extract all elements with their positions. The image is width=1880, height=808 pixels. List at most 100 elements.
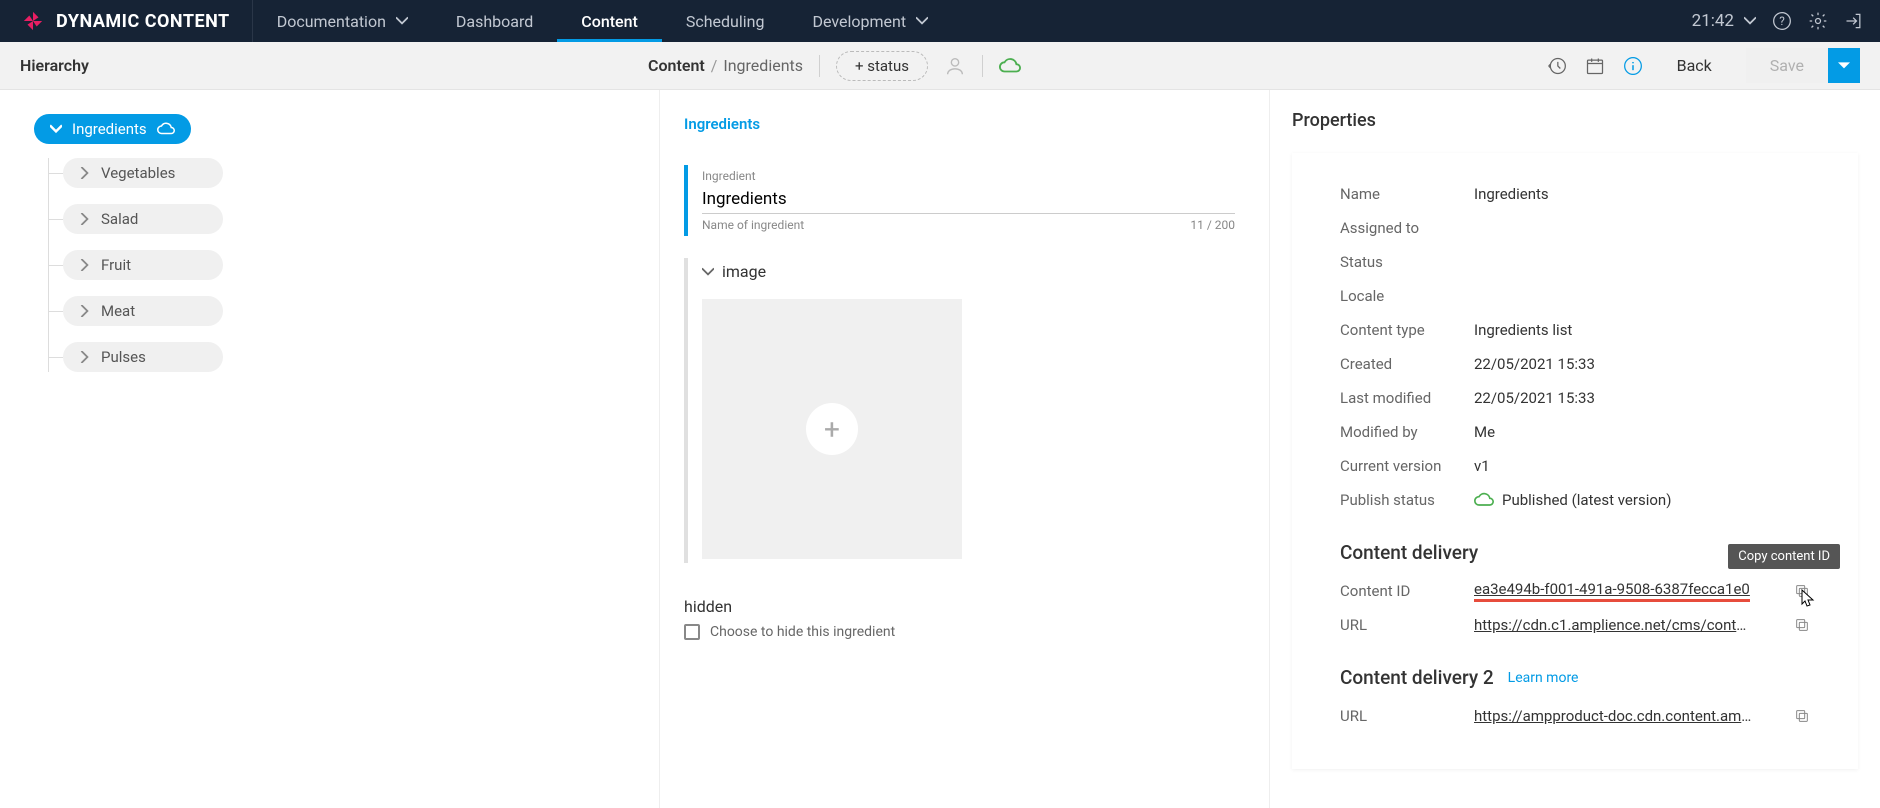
calendar-icon[interactable]	[1585, 56, 1605, 76]
prop-key-version: Current version	[1340, 457, 1474, 475]
prop-val-version: v1	[1474, 457, 1810, 475]
nav-label: Scheduling	[686, 12, 765, 31]
tree-child-fruit[interactable]: Fruit	[63, 250, 223, 280]
tree-child-meat[interactable]: Meat	[63, 296, 223, 326]
nav-scheduling[interactable]: Scheduling	[662, 0, 789, 42]
save-dropdown-button[interactable]	[1828, 48, 1860, 83]
tree-child-vegetables[interactable]: Vegetables	[63, 158, 223, 188]
tree-root-ingredients[interactable]: Ingredients	[34, 114, 191, 144]
image-label: image	[722, 262, 766, 281]
delivery2-url-link[interactable]: https://ampproduct-doc.cdn.content.ampli…	[1474, 707, 1754, 725]
content-id-key: Content ID	[1340, 582, 1474, 600]
nav-label: Documentation	[277, 12, 386, 31]
breadcrumb-leaf: Ingredients	[723, 56, 803, 75]
published-cloud-icon	[999, 55, 1021, 77]
properties-panel: Properties NameIngredients Assigned to S…	[1270, 90, 1880, 808]
breadcrumb-root[interactable]: Content	[648, 56, 705, 75]
properties-title: Properties	[1292, 110, 1858, 131]
tree-child-salad[interactable]: Salad	[63, 204, 223, 234]
prop-key-ctype: Content type	[1340, 321, 1474, 339]
editor-tab-ingredients[interactable]: Ingredients	[684, 115, 760, 139]
copy-url-icon[interactable]	[1794, 617, 1810, 633]
brand-logo[interactable]: DYNAMIC CONTENT	[0, 0, 253, 42]
add-status-chip[interactable]: + status	[836, 51, 928, 81]
prop-val-ctype: Ingredients list	[1474, 321, 1810, 339]
prop-key-pubstatus: Publish status	[1340, 491, 1474, 509]
hidden-label: hidden	[684, 597, 1235, 616]
prop-key-modby: Modified by	[1340, 423, 1474, 441]
history-icon[interactable]	[1547, 56, 1567, 76]
chevron-right-icon	[79, 351, 91, 363]
field-help: Name of ingredient	[702, 218, 804, 232]
chevron-down-icon	[916, 15, 928, 27]
tree-root-label: Ingredients	[72, 120, 147, 138]
logout-icon[interactable]	[1844, 11, 1864, 31]
nav-label: Development	[812, 12, 906, 31]
url-value: https://cdn.c1.amplience.net/cms/content…	[1474, 616, 1794, 634]
time-text: 21:42	[1692, 11, 1734, 31]
clock[interactable]: 21:42	[1692, 11, 1756, 31]
url2-value: https://ampproduct-doc.cdn.content.ampli…	[1474, 707, 1794, 725]
tree-child-label: Fruit	[101, 256, 131, 274]
save-button[interactable]: Save	[1746, 48, 1828, 83]
image-upload-placeholder[interactable]: +	[702, 299, 962, 559]
hierarchy-title: Hierarchy	[20, 56, 89, 75]
nav-label: Content	[581, 12, 638, 31]
prop-key-name: Name	[1340, 185, 1474, 203]
field-image: image +	[684, 258, 1235, 563]
help-icon[interactable]: ?	[1772, 11, 1792, 31]
tree-child-label: Salad	[101, 210, 138, 228]
assignee-icon[interactable]	[944, 55, 966, 77]
prop-key-modified: Last modified	[1340, 389, 1474, 407]
breadcrumb-sep: /	[711, 56, 718, 75]
plus-icon: +	[806, 403, 858, 455]
back-button[interactable]: Back	[1661, 56, 1728, 75]
prop-val-modified: 22/05/2021 15:33	[1474, 389, 1810, 407]
nav-development[interactable]: Development	[788, 0, 952, 42]
chevron-right-icon	[79, 259, 91, 271]
image-section-toggle[interactable]: image	[702, 262, 1235, 281]
prop-val-name: Ingredients	[1474, 185, 1810, 203]
nav-label: Dashboard	[456, 12, 533, 31]
tree-child-pulses[interactable]: Pulses	[63, 342, 223, 372]
chevron-down-icon	[396, 15, 408, 27]
cloud-icon	[157, 122, 175, 136]
divider	[982, 55, 983, 77]
hierarchy-panel: Ingredients Vegetables Salad Fruit Meat …	[0, 90, 660, 808]
pinwheel-icon	[22, 10, 44, 32]
properties-card: NameIngredients Assigned to Status Local…	[1292, 153, 1858, 769]
cursor-icon	[1800, 588, 1816, 608]
url2-key: URL	[1340, 707, 1474, 725]
learn-more-link[interactable]: Learn more	[1508, 670, 1579, 686]
prop-key-assigned: Assigned to	[1340, 219, 1474, 237]
hidden-checkbox[interactable]	[684, 624, 700, 640]
ingredient-input[interactable]	[702, 185, 1235, 214]
content-id-value: ea3e494b-f001-491a-9508-6387fecca1e0	[1474, 580, 1794, 602]
gear-icon[interactable]	[1808, 11, 1828, 31]
prop-val-pubstatus: Published (latest version)	[1474, 491, 1810, 509]
chevron-right-icon	[79, 213, 91, 225]
chevron-right-icon	[79, 167, 91, 179]
save-button-group: Save	[1746, 48, 1860, 83]
field-counter: 11 / 200	[1190, 218, 1235, 232]
chevron-down-icon	[50, 123, 62, 135]
prop-key-locale: Locale	[1340, 287, 1474, 305]
nav-content[interactable]: Content	[557, 0, 662, 42]
caret-down-icon	[1838, 60, 1850, 72]
delivery-url-link[interactable]: https://cdn.c1.amplience.net/cms/content…	[1474, 616, 1754, 634]
hidden-checkbox-label: Choose to hide this ingredient	[710, 624, 895, 640]
editor-panel: Ingredients Ingredient Name of ingredien…	[660, 90, 1270, 808]
copy-tooltip: Copy content ID	[1728, 544, 1840, 569]
field-hidden: hidden Choose to hide this ingredient	[684, 597, 1235, 640]
svg-text:?: ?	[1779, 14, 1785, 28]
nav-documentation[interactable]: Documentation	[253, 0, 432, 42]
field-ingredient: Ingredient Name of ingredient 11 / 200	[684, 165, 1235, 236]
prop-key-created: Created	[1340, 355, 1474, 373]
field-label: Ingredient	[702, 169, 1235, 183]
tree-child-label: Meat	[101, 302, 135, 320]
nav-dashboard[interactable]: Dashboard	[432, 0, 557, 42]
copy-url2-icon[interactable]	[1794, 708, 1810, 724]
breadcrumb: Content / Ingredients	[648, 56, 803, 75]
prop-val-created: 22/05/2021 15:33	[1474, 355, 1810, 373]
info-icon[interactable]	[1623, 56, 1643, 76]
